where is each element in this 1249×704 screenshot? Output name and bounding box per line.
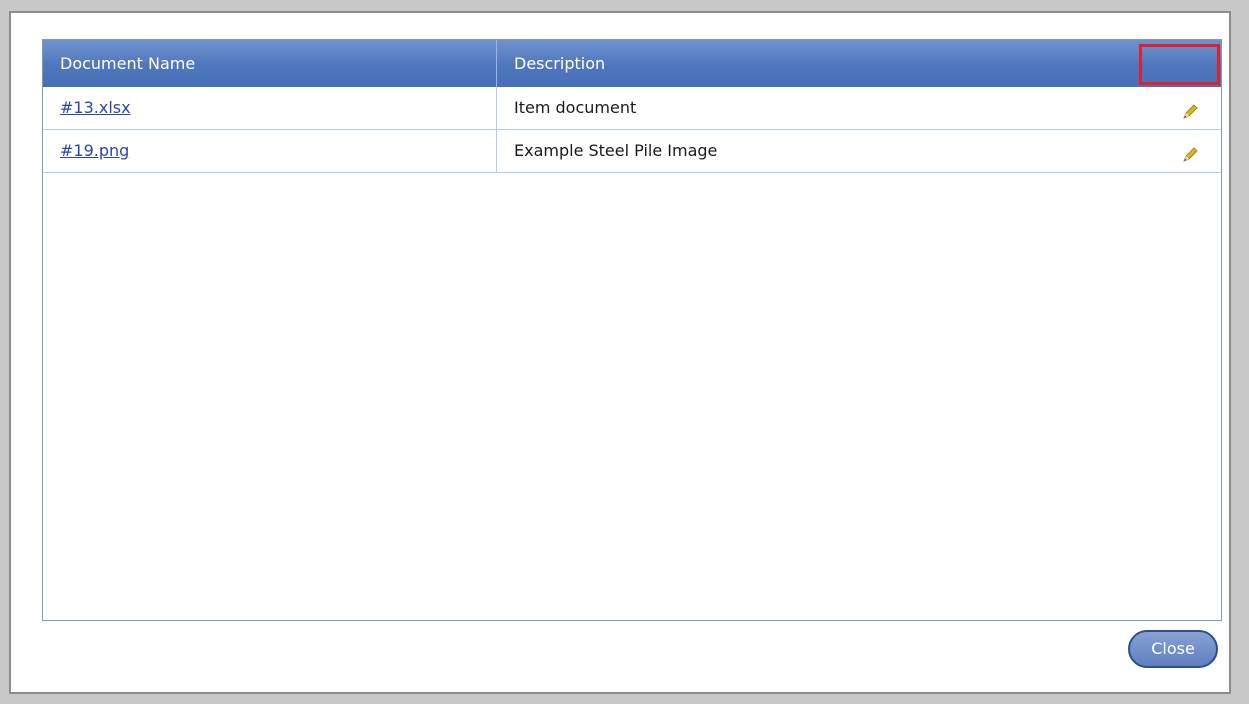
pencil-icon[interactable]: [1179, 97, 1201, 119]
document-name-cell: #13.xlsx: [43, 87, 497, 129]
description-cell: Item document: [497, 87, 1221, 129]
description-cell: Example Steel Pile Image: [497, 130, 1221, 172]
document-name-cell: #19.png: [43, 130, 497, 172]
description-text: Example Steel Pile Image: [514, 141, 718, 160]
table-row: #13.xlsx Item document: [43, 87, 1221, 130]
table-row: #19.png Example Steel Pile Image: [43, 130, 1221, 173]
document-link[interactable]: #19.png: [60, 141, 129, 160]
documents-dialog: Document Name Description #13.xlsx Item …: [9, 11, 1231, 694]
document-link[interactable]: #13.xlsx: [60, 98, 131, 117]
column-header-description[interactable]: Description: [497, 40, 1221, 87]
close-button[interactable]: Close: [1128, 630, 1218, 668]
table-header: Document Name Description: [43, 40, 1221, 87]
column-header-document-name[interactable]: Document Name: [43, 40, 497, 87]
documents-table: Document Name Description #13.xlsx Item …: [42, 39, 1222, 621]
description-text: Item document: [514, 98, 637, 117]
pencil-icon[interactable]: [1179, 140, 1201, 162]
